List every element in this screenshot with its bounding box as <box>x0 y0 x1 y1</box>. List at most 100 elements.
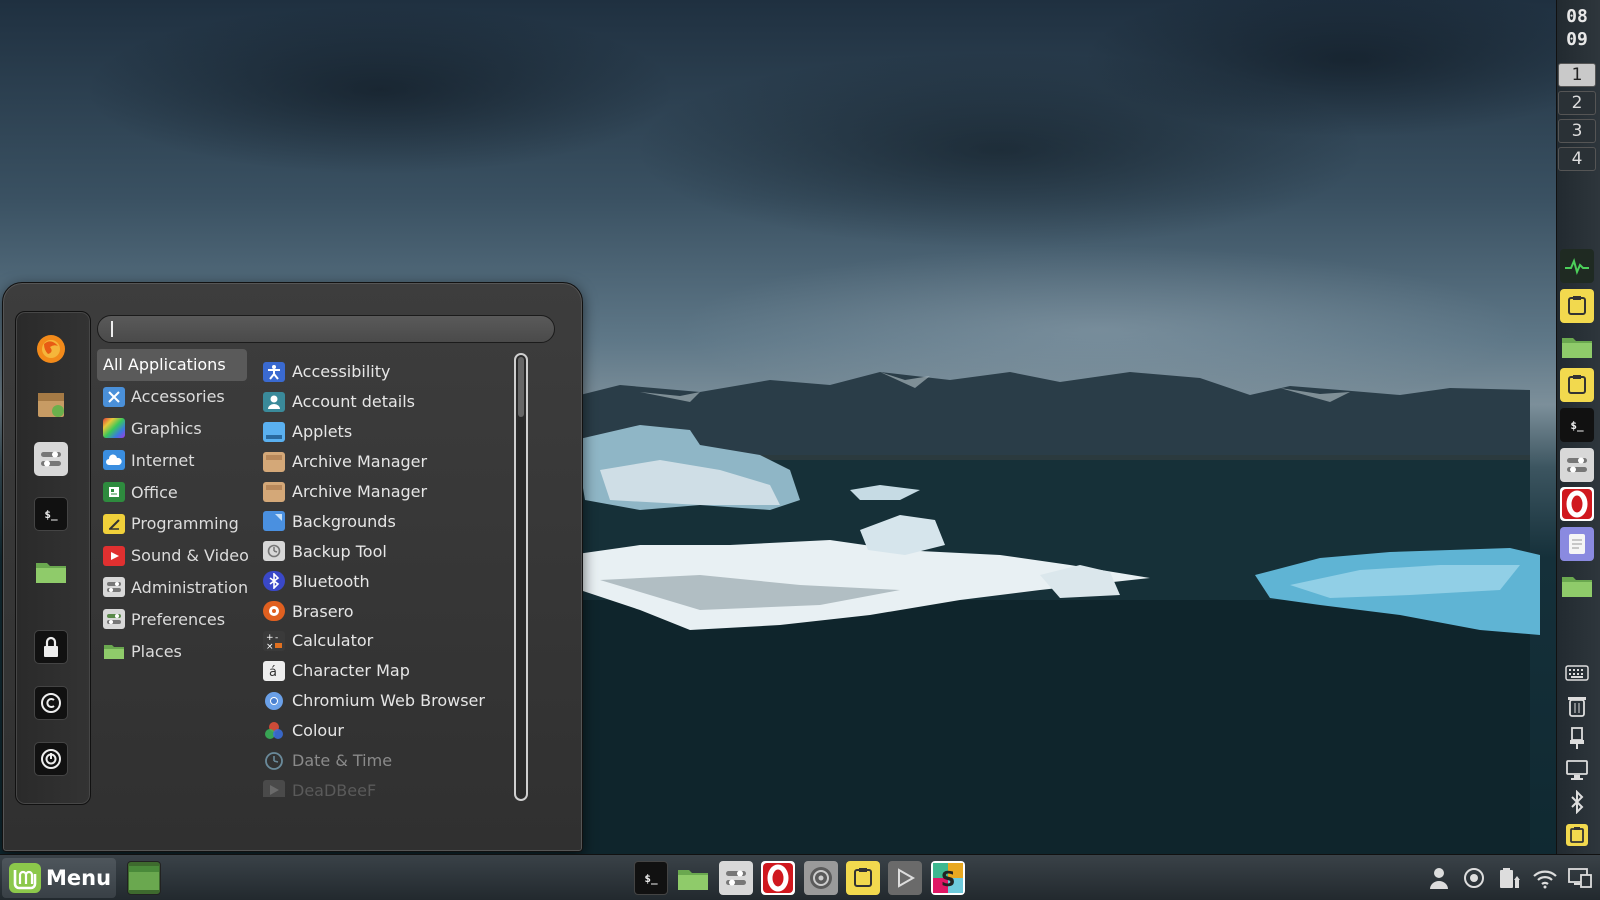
category-accessories[interactable]: Accessories <box>97 381 257 413</box>
settings-icon[interactable] <box>719 861 753 895</box>
preferences-icon <box>103 609 125 630</box>
audio-icon[interactable] <box>804 861 838 895</box>
category-internet[interactable]: Internet <box>97 444 257 476</box>
sticky-notes-icon[interactable] <box>1563 822 1591 848</box>
user-icon[interactable] <box>1425 865 1453 891</box>
bluetooth-icon <box>263 571 285 592</box>
search-input[interactable] <box>97 315 555 343</box>
logout-icon[interactable] <box>34 686 68 720</box>
app-date-time[interactable]: Date & Time <box>263 746 513 776</box>
menu-button[interactable]: Menu <box>2 858 116 898</box>
app-deadbeef[interactable]: DeaDBeeF <box>263 775 513 797</box>
app-label: Brasero <box>292 601 354 621</box>
files-icon[interactable] <box>1560 329 1594 363</box>
category-label: Office <box>131 482 178 502</box>
category-label: Accessories <box>131 387 225 407</box>
category-office[interactable]: Office <box>97 476 257 508</box>
sound-video-icon <box>103 545 125 566</box>
applets-icon <box>263 421 285 442</box>
opera-icon[interactable] <box>761 861 795 895</box>
application-list: Accessibility Account details Applets Ar… <box>263 357 513 797</box>
sticky-notes-icon[interactable] <box>846 861 880 895</box>
firefox-icon[interactable] <box>34 332 68 366</box>
battery-icon[interactable] <box>1496 865 1524 891</box>
files-icon[interactable] <box>676 861 710 895</box>
sticky-notes-icon[interactable] <box>1560 368 1594 402</box>
sticky-notes-icon[interactable] <box>1560 289 1594 323</box>
files-icon[interactable] <box>34 554 68 588</box>
usb-icon[interactable] <box>1563 725 1591 751</box>
display-icon[interactable] <box>1563 757 1591 783</box>
mint-logo-icon <box>8 862 42 894</box>
places-icon <box>103 641 125 661</box>
terminal-icon[interactable]: $_ <box>1560 408 1594 442</box>
app-character-map[interactable]: á Character Map <box>263 656 513 686</box>
chromium-icon <box>263 691 285 711</box>
app-archive-manager[interactable]: Archive Manager <box>263 447 513 477</box>
clock-hour[interactable]: 08 <box>1560 6 1594 27</box>
settings-icon[interactable] <box>34 442 68 476</box>
app-colour[interactable]: Colour <box>263 716 513 746</box>
app-label: Archive Manager <box>292 452 428 472</box>
character-map-icon: á <box>263 660 285 681</box>
app-label: Colour <box>292 721 344 741</box>
favorites-sidebar: $_ <box>15 311 91 805</box>
category-administration[interactable]: Administration <box>97 572 257 604</box>
terminal-icon[interactable]: $_ <box>634 861 668 895</box>
app-bluetooth[interactable]: Bluetooth <box>263 566 513 596</box>
keyboard-icon[interactable] <box>1563 660 1591 686</box>
clock-icon <box>263 751 285 771</box>
power-icon[interactable] <box>34 742 68 776</box>
app-calculator[interactable]: + - × Calculator <box>263 626 513 656</box>
search-caret <box>111 321 113 337</box>
application-menu: $_ All Applications Accessories Graphics <box>2 282 583 852</box>
scrollbar-thumb[interactable] <box>518 357 524 417</box>
wifi-icon[interactable] <box>1531 865 1559 891</box>
workspace-4[interactable]: 4 <box>1558 147 1596 171</box>
app-backup-tool[interactable]: Backup Tool <box>263 536 513 566</box>
app-list-scrollbar[interactable] <box>514 353 528 801</box>
category-preferences[interactable]: Preferences <box>97 603 257 635</box>
media-player-icon[interactable] <box>888 861 922 895</box>
workspace-1[interactable]: 1 <box>1558 63 1596 87</box>
category-label: Graphics <box>131 418 202 438</box>
category-graphics[interactable]: Graphics <box>97 413 257 445</box>
app-archive-manager[interactable]: Archive Manager <box>263 477 513 507</box>
workspace-2[interactable]: 2 <box>1558 91 1596 115</box>
terminal-icon[interactable]: $_ <box>34 497 68 531</box>
app-account-details[interactable]: Account details <box>263 387 513 417</box>
text-editor-icon[interactable] <box>1560 527 1594 561</box>
programming-icon <box>103 513 125 534</box>
app-backgrounds[interactable]: Backgrounds <box>263 506 513 536</box>
software-manager-icon[interactable] <box>34 387 68 421</box>
bottom-panel: Menu $_ S <box>0 854 1600 900</box>
workspace-3[interactable]: 3 <box>1558 119 1596 143</box>
app-label: DeaDBeeF <box>292 780 377 797</box>
category-places[interactable]: Places <box>97 635 257 667</box>
settings-icon[interactable] <box>1560 448 1594 482</box>
category-programming[interactable]: Programming <box>97 508 257 540</box>
record-icon[interactable] <box>1460 865 1488 891</box>
bluetooth-icon[interactable] <box>1563 789 1591 815</box>
category-sound-video[interactable]: Sound & Video <box>97 540 257 572</box>
trash-icon[interactable] <box>1563 693 1591 719</box>
app-brasero[interactable]: Brasero <box>263 596 513 626</box>
app-label: Bluetooth <box>292 571 370 591</box>
app-label: Accessibility <box>292 362 391 382</box>
app-label: Date & Time <box>292 751 393 771</box>
app-chromium-web-browser[interactable]: Chromium Web Browser <box>263 686 513 716</box>
lock-icon[interactable] <box>34 630 68 664</box>
display-icon[interactable] <box>1566 865 1594 891</box>
show-desktop-icon[interactable] <box>127 861 161 895</box>
brasero-icon <box>263 601 285 622</box>
clock-minute[interactable]: 09 <box>1560 29 1594 50</box>
app-applets[interactable]: Applets <box>263 417 513 447</box>
menu-button-label: Menu <box>46 866 112 890</box>
category-label: All Applications <box>103 355 226 375</box>
opera-icon[interactable] <box>1560 487 1594 521</box>
category-all-applications[interactable]: All Applications <box>97 349 247 381</box>
slack-icon[interactable]: S <box>931 861 965 895</box>
files-icon[interactable] <box>1560 568 1594 602</box>
app-accessibility[interactable]: Accessibility <box>263 357 513 387</box>
system-monitor-icon[interactable] <box>1560 249 1594 283</box>
